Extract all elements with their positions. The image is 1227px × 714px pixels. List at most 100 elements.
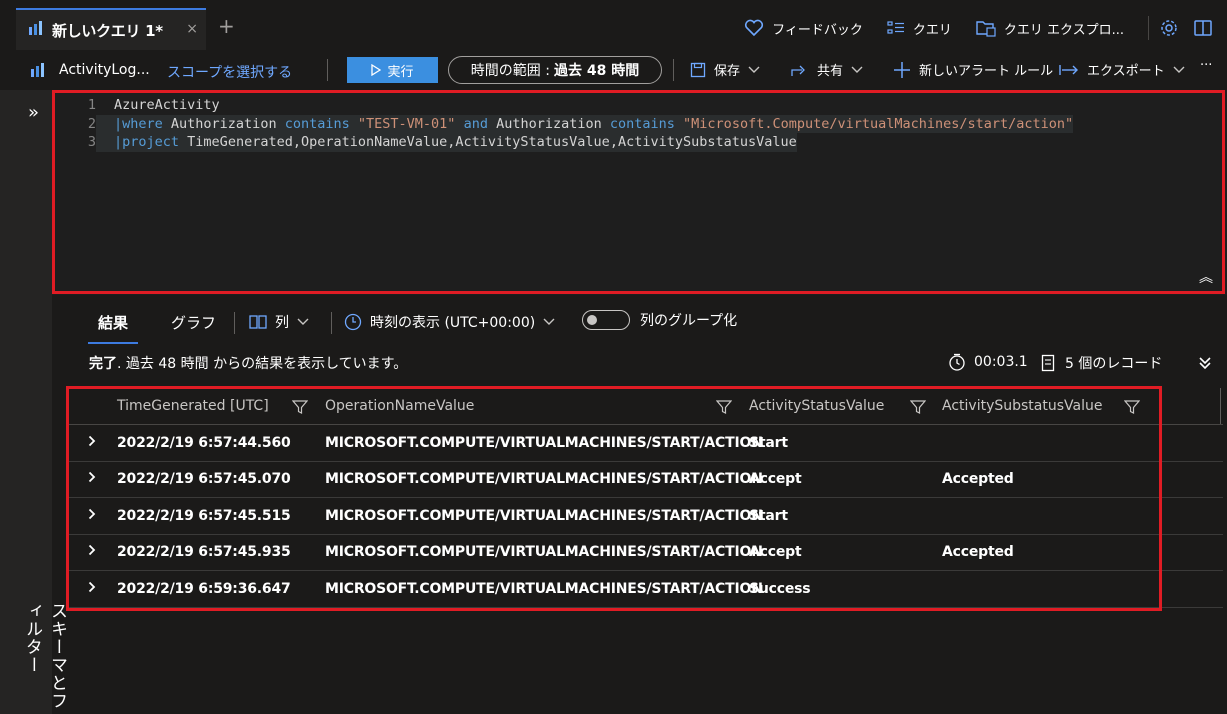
table-row[interactable]: 2022/2/19 6:57:44.560 MICROSOFT.COMPUTE/V… bbox=[68, 426, 1223, 462]
table-cell[interactable]: 2022/2/19 6:57:44.560 bbox=[117, 435, 291, 451]
list-icon bbox=[887, 20, 905, 36]
new-alert-rule-button[interactable]: 新しいアラート ルール bbox=[893, 60, 1053, 79]
select-scope-link[interactable]: スコープを選択する bbox=[167, 62, 292, 82]
table-row[interactable]: 2022/2/19 6:57:45.935 MICROSOFT.COMPUTE/V… bbox=[68, 535, 1223, 572]
export-button[interactable]: エクスポート bbox=[1059, 60, 1185, 79]
group-columns-label: 列のグループ化 bbox=[640, 313, 738, 329]
table-cell[interactable]: 2022/2/19 6:57:45.070 bbox=[117, 471, 291, 487]
schema-filter-label[interactable]: スキーマとフィルター bbox=[20, 602, 70, 714]
query-code[interactable]: 1 AzureActivity 2 |where Authorization cont… bbox=[52, 96, 1074, 152]
new-alert-label: 新しいアラート ルール bbox=[919, 64, 1054, 79]
code-token: TimeGenerated,OperationNameValue,Activit… bbox=[179, 134, 797, 150]
divider bbox=[331, 312, 332, 334]
timer-icon bbox=[948, 353, 966, 371]
table-cell[interactable]: MICROSOFT.COMPUTE/VIRTUALMACHINES/START/… bbox=[325, 471, 763, 487]
table-cell[interactable]: Accept bbox=[749, 544, 802, 560]
grid-scrollbar[interactable] bbox=[1220, 388, 1221, 424]
expand-row-icon[interactable] bbox=[88, 508, 96, 524]
table-row[interactable]: 2022/2/19 6:57:45.515 MICROSOFT.COMPUTE/V… bbox=[68, 499, 1223, 535]
book-icon[interactable] bbox=[1193, 18, 1213, 38]
folder-icon bbox=[976, 19, 996, 37]
query-tab[interactable]: 新しいクエリ 1* × bbox=[16, 8, 206, 50]
code-line[interactable]: 3 |project TimeGenerated,OperationNameVal… bbox=[52, 133, 1073, 152]
table-cell[interactable]: Accepted bbox=[942, 544, 1014, 560]
code-text[interactable]: |where Authorization contains "TEST-VM-0… bbox=[96, 114, 1074, 133]
status-text: . 過去 48 時間 からの結果を表示しています。 bbox=[117, 356, 408, 372]
export-label: エクスポート bbox=[1087, 64, 1165, 79]
query-explorer-button[interactable]: クエリ エクスプロ... bbox=[976, 19, 1124, 38]
table-cell[interactable]: 2022/2/19 6:59:36.647 bbox=[117, 581, 291, 597]
expand-row-icon[interactable] bbox=[88, 544, 96, 560]
code-token: Authorization bbox=[162, 115, 285, 132]
save-button[interactable]: 保存 bbox=[690, 60, 760, 79]
collapse-editor-icon[interactable]: ︽ bbox=[1199, 267, 1213, 287]
expand-row-icon[interactable] bbox=[88, 471, 96, 487]
table-cell[interactable]: Success bbox=[749, 581, 811, 597]
more-options-button[interactable]: ··· bbox=[1200, 58, 1212, 73]
code-line[interactable]: 1 AzureActivity bbox=[52, 96, 1073, 115]
table-cell[interactable]: Start bbox=[749, 508, 788, 524]
group-columns-toggle[interactable]: 列のグループ化 bbox=[582, 310, 737, 330]
collapse-results-icon[interactable] bbox=[1198, 356, 1212, 370]
query-tab-title: 新しいクエリ 1* bbox=[52, 21, 163, 40]
table-cell[interactable]: MICROSOFT.COMPUTE/VIRTUALMACHINES/START/… bbox=[325, 581, 763, 597]
table-cell[interactable]: 2022/2/19 6:57:45.935 bbox=[117, 544, 291, 560]
column-header[interactable]: OperationNameValue bbox=[325, 398, 474, 414]
column-header[interactable]: ActivitySubstatusValue bbox=[942, 398, 1102, 414]
column-header[interactable]: TimeGenerated [UTC] bbox=[117, 398, 269, 414]
time-range-value: 過去 48 時間 bbox=[553, 63, 640, 79]
feedback-button[interactable]: フィードバック bbox=[744, 19, 863, 38]
run-button[interactable]: 実行 bbox=[347, 57, 438, 83]
feedback-label: フィードバック bbox=[772, 22, 863, 38]
code-line[interactable]: 2 |where Authorization contains "TEST-VM-… bbox=[52, 114, 1074, 133]
tab-results[interactable]: 結果 bbox=[87, 312, 139, 344]
filter-icon[interactable] bbox=[716, 399, 732, 415]
table-row[interactable]: 2022/2/19 6:59:36.647 MICROSOFT.COMPUTE/V… bbox=[68, 572, 1223, 608]
close-tab-icon[interactable]: × bbox=[186, 21, 198, 37]
line-number: 3 bbox=[87, 134, 96, 150]
gear-icon[interactable] bbox=[1159, 18, 1179, 38]
filter-icon[interactable] bbox=[1124, 399, 1140, 415]
column-header[interactable]: ActivityStatusValue bbox=[749, 398, 884, 414]
toggle-switch[interactable] bbox=[582, 310, 630, 330]
share-label: 共有 bbox=[817, 64, 844, 79]
filter-icon[interactable] bbox=[910, 399, 926, 415]
table-cell[interactable]: Start bbox=[749, 435, 788, 451]
expand-row-icon[interactable] bbox=[88, 581, 96, 597]
table-cell[interactable]: MICROSOFT.COMPUTE/VIRTUALMACHINES/START/… bbox=[325, 508, 763, 524]
time-range-picker[interactable]: 時間の範囲 : 過去 48 時間 bbox=[448, 56, 662, 84]
code-text[interactable]: |project TimeGenerated,OperationNameValu… bbox=[96, 133, 797, 152]
code-text[interactable]: AzureActivity bbox=[96, 96, 220, 115]
query-editor[interactable]: 1 AzureActivity 2 |where Authorization cont… bbox=[52, 90, 1227, 295]
code-token: | bbox=[114, 115, 123, 132]
code-token: and bbox=[463, 115, 488, 132]
code-token: Authorization bbox=[487, 115, 610, 132]
table-cell[interactable]: 2022/2/19 6:57:45.515 bbox=[117, 508, 291, 524]
workspace-icon bbox=[30, 62, 46, 82]
table-row[interactable]: 2022/2/19 6:57:45.070 MICROSOFT.COMPUTE/V… bbox=[68, 462, 1223, 499]
schema-filter-panel: » スキーマとフィルター bbox=[0, 90, 67, 714]
record-count-value: 5 個のレコード bbox=[1065, 356, 1163, 372]
tab-chart[interactable]: グラフ bbox=[171, 312, 216, 333]
table-cell[interactable]: MICROSOFT.COMPUTE/VIRTUALMACHINES/START/… bbox=[325, 435, 763, 451]
query-duration: 00:03.1 bbox=[948, 353, 1028, 371]
filter-icon[interactable] bbox=[292, 399, 308, 415]
code-token: project bbox=[122, 134, 180, 150]
table-cell[interactable]: MICROSOFT.COMPUTE/VIRTUALMACHINES/START/… bbox=[325, 544, 763, 560]
expand-panel-icon[interactable]: » bbox=[28, 102, 39, 123]
share-button[interactable]: 共有 bbox=[791, 60, 863, 79]
expand-row-icon[interactable] bbox=[88, 435, 96, 451]
chevron-down-icon bbox=[851, 66, 863, 74]
columns-icon bbox=[249, 314, 267, 330]
scope-name[interactable]: ActivityLog... bbox=[59, 62, 150, 78]
queries-button[interactable]: クエリ bbox=[887, 19, 952, 38]
columns-button[interactable]: 列 bbox=[249, 312, 309, 332]
table-cell[interactable]: Accept bbox=[749, 471, 802, 487]
command-bar: ActivityLog... スコープを選択する 実行 時間の範囲 : 過去 4… bbox=[0, 50, 1227, 90]
table-cell[interactable]: Accepted bbox=[942, 471, 1014, 487]
time-display-button[interactable]: 時刻の表示 (UTC+00:00) bbox=[344, 312, 555, 332]
add-tab-icon[interactable]: + bbox=[218, 16, 235, 36]
save-label: 保存 bbox=[714, 64, 741, 79]
